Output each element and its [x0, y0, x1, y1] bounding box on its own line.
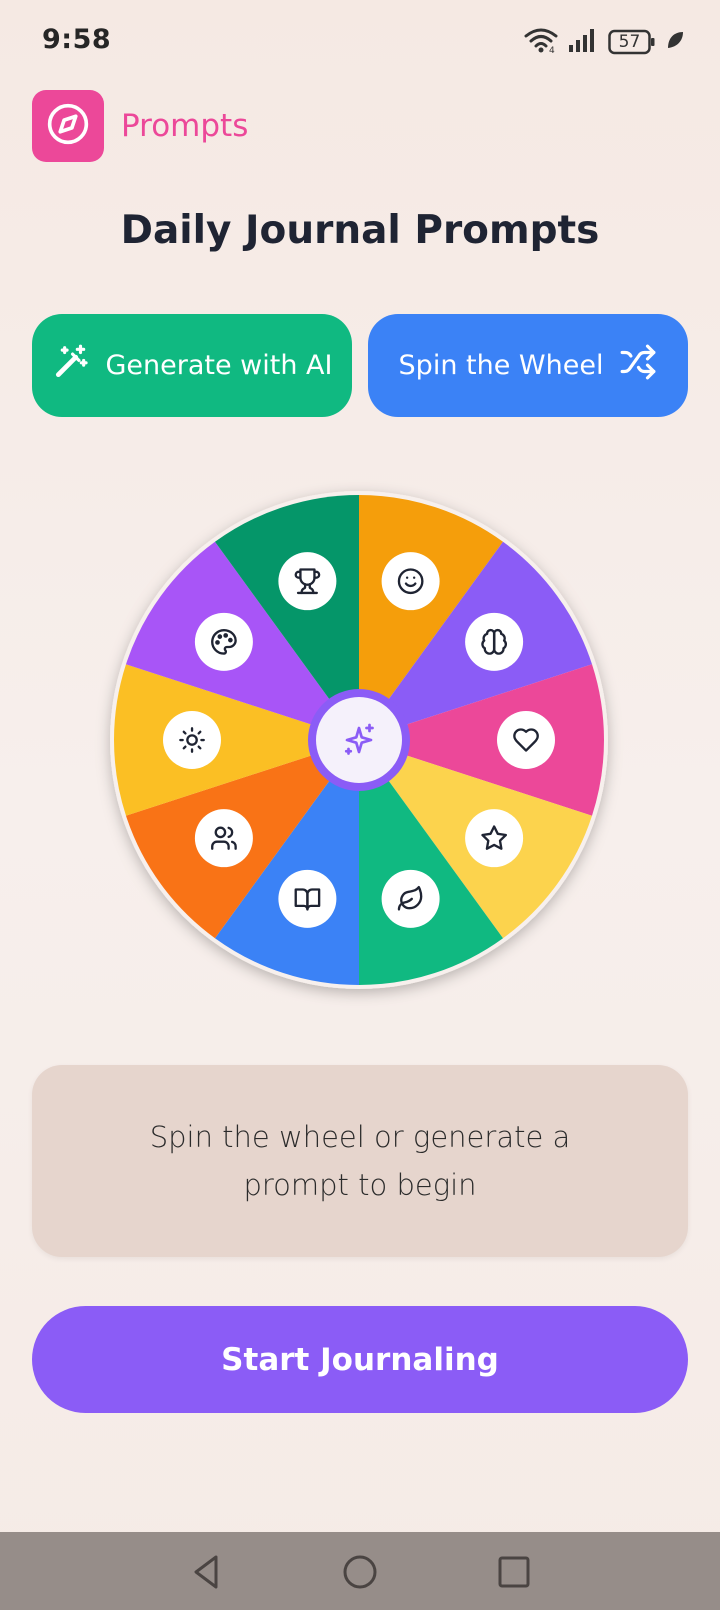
- book-icon: [278, 869, 337, 928]
- start-journaling-label: Start Journaling: [221, 1341, 499, 1378]
- magic-wand-icon: [52, 343, 90, 388]
- generate-with-ai-button[interactable]: Generate with AI: [32, 314, 352, 417]
- star-icon: [465, 809, 524, 868]
- trophy-icon: [278, 552, 337, 611]
- shuffle-icon: [619, 343, 657, 388]
- app-title: Prompts: [121, 108, 249, 144]
- back-icon[interactable]: [186, 1552, 226, 1592]
- prompt-text: Spin the wheel or generate a prompt to b…: [149, 1120, 571, 1202]
- battery-icon: 57: [608, 29, 656, 55]
- wifi-icon: 4: [524, 26, 558, 58]
- compass-icon: [46, 102, 90, 150]
- status-bar: 9:58 4 57: [0, 0, 720, 84]
- prompt-card: Spin the wheel or generate a prompt to b…: [32, 1065, 688, 1257]
- sun-icon: [163, 711, 221, 769]
- wheel-center-button[interactable]: [308, 689, 410, 791]
- wheel-graphic: [110, 491, 608, 989]
- generate-with-ai-label: Generate with AI: [105, 350, 333, 381]
- start-journaling-button[interactable]: Start Journaling: [32, 1306, 688, 1413]
- recents-icon[interactable]: [494, 1552, 534, 1592]
- battery-level: 57: [618, 32, 641, 52]
- heart-icon: [497, 711, 555, 769]
- page-title: Daily Journal Prompts: [120, 208, 600, 253]
- spin-the-wheel-label: Spin the Wheel: [398, 350, 604, 381]
- system-nav-bar: [0, 1532, 720, 1610]
- signal-icon: [568, 27, 598, 57]
- spin-the-wheel-button[interactable]: Spin the Wheel: [368, 314, 688, 417]
- brain-icon: [465, 612, 524, 671]
- svg-text:4: 4: [549, 46, 555, 54]
- prompt-wheel[interactable]: [106, 487, 612, 993]
- home-icon[interactable]: [340, 1552, 380, 1592]
- status-time: 9:58: [42, 24, 112, 55]
- app-icon[interactable]: [32, 90, 104, 162]
- status-icons: 4 57: [524, 26, 684, 58]
- palette-icon: [194, 612, 253, 671]
- app-header: Prompts: [32, 90, 248, 162]
- leaf-icon: [666, 30, 684, 54]
- leaf-icon: [381, 869, 440, 928]
- users-icon: [194, 809, 253, 868]
- smile-icon: [381, 552, 440, 611]
